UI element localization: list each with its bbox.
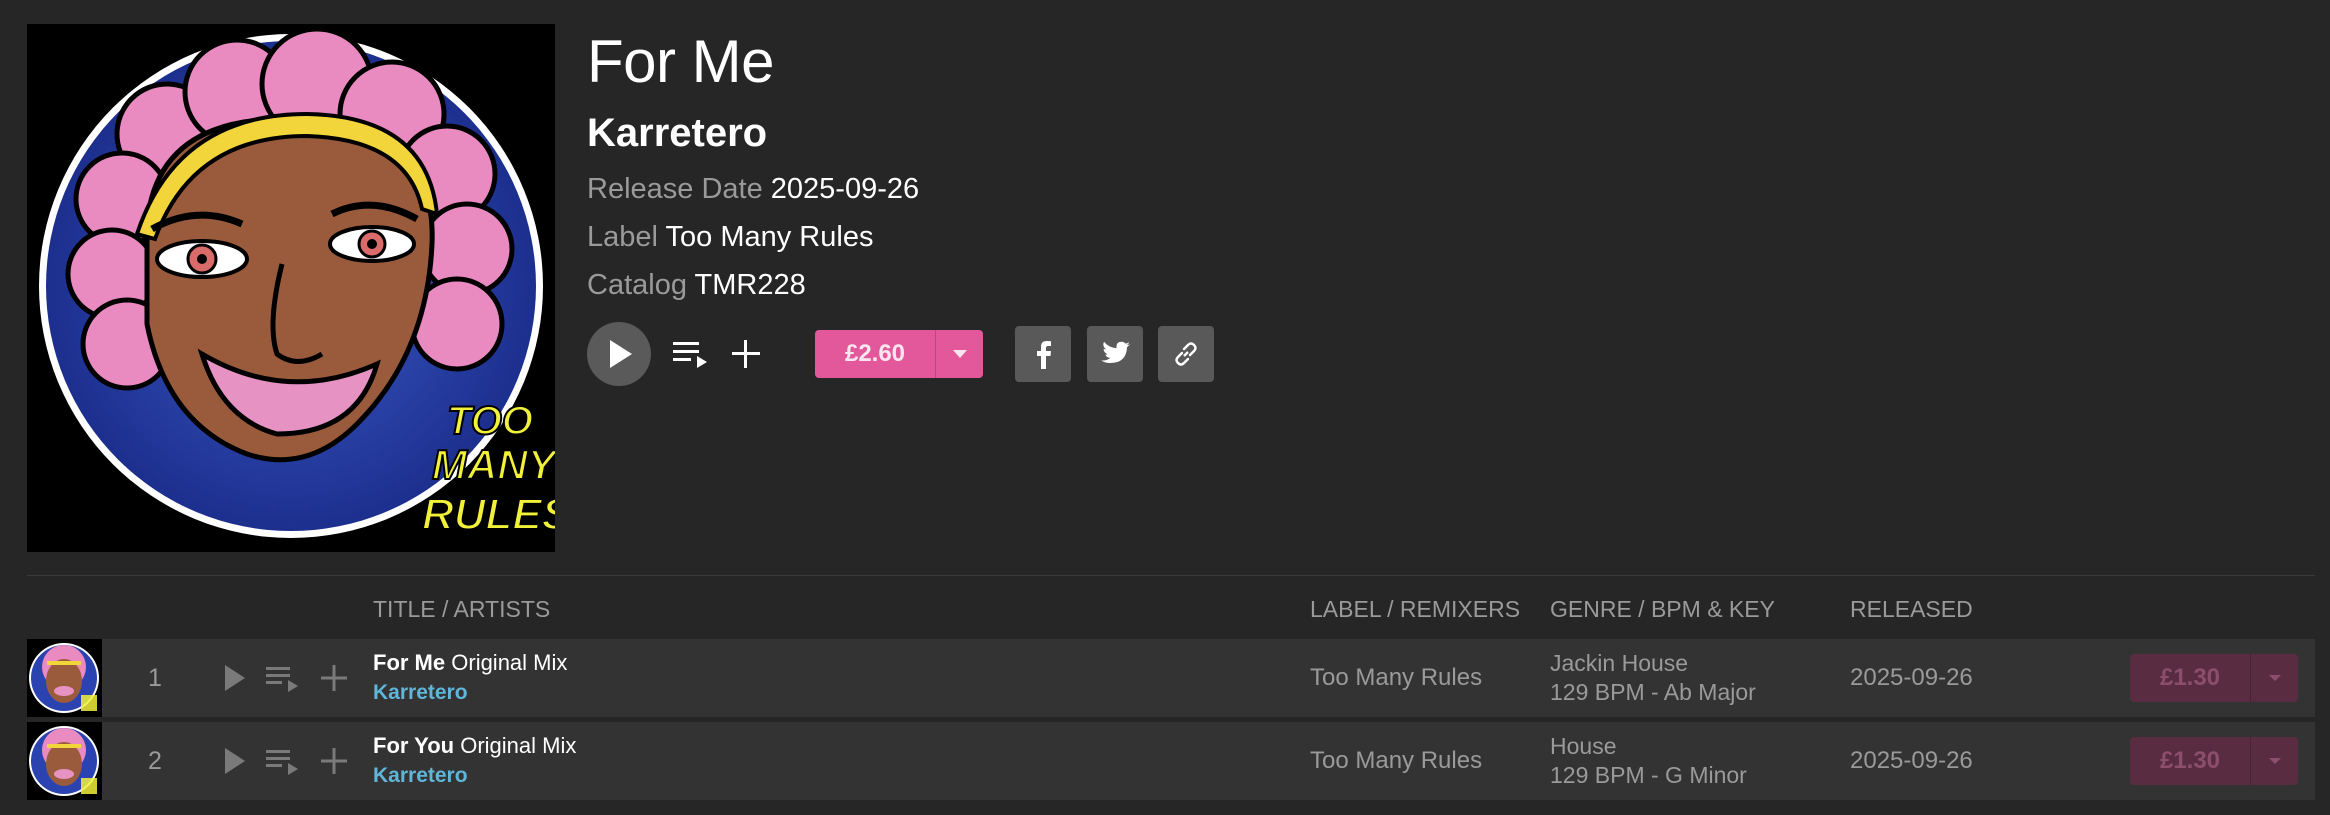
- chevron-down-icon: [2268, 675, 2281, 681]
- track-add-to-playlist-button[interactable]: [317, 744, 351, 778]
- release-price-dropdown[interactable]: [935, 330, 983, 378]
- catalog-value: TMR228: [694, 269, 806, 301]
- chevron-down-icon: [952, 350, 967, 358]
- release-date-label: Release Date: [587, 173, 763, 205]
- label-value[interactable]: Too Many Rules: [666, 221, 874, 253]
- track-number: 1: [148, 664, 162, 692]
- column-header-title: TITLE / ARTISTS: [373, 596, 551, 622]
- twitter-icon: [1101, 341, 1130, 363]
- column-header-genre: GENRE / BPM & KEY: [1550, 596, 1775, 622]
- add-to-playlist-button[interactable]: [726, 334, 766, 374]
- play-icon: [225, 665, 245, 691]
- track-mix[interactable]: Original Mix: [451, 650, 567, 675]
- chevron-down-icon: [2268, 758, 2281, 764]
- track-play-button[interactable]: [217, 661, 251, 695]
- play-icon: [225, 748, 245, 774]
- track-artist-link[interactable]: Karretero: [373, 764, 468, 788]
- track-add-to-queue-button[interactable]: [264, 661, 302, 695]
- release-artwork: TOO MANY RULES: [27, 24, 555, 552]
- track-add-to-queue-button[interactable]: [264, 744, 302, 778]
- track-artist-link[interactable]: Karretero: [373, 681, 468, 705]
- copy-link-button[interactable]: [1158, 326, 1214, 382]
- track-genre[interactable]: House: [1550, 732, 1616, 761]
- catalog-label: Catalog: [587, 269, 687, 301]
- track-release-date: 2025-09-26: [1850, 747, 1973, 774]
- facebook-icon: [1037, 341, 1051, 369]
- track-name[interactable]: For You: [373, 733, 454, 758]
- add-to-queue-icon: [266, 750, 298, 775]
- add-to-queue-button[interactable]: [671, 334, 711, 374]
- artwork-text-rules: RULES: [422, 490, 555, 539]
- release-date-row: Release Date 2025-09-26: [587, 169, 919, 209]
- release-title: For Me: [587, 28, 775, 95]
- label-row: Label Too Many Rules: [587, 217, 873, 257]
- buy-release-button[interactable]: £2.60: [815, 330, 983, 378]
- track-mix[interactable]: Original Mix: [460, 733, 576, 758]
- track-buy-button[interactable]: £1.30: [2130, 737, 2298, 785]
- add-to-queue-icon: [673, 342, 707, 368]
- track-price-dropdown[interactable]: [2250, 654, 2298, 702]
- play-release-button[interactable]: [587, 322, 651, 386]
- column-header-label: LABEL / REMIXERS: [1310, 596, 1521, 622]
- track-label-link[interactable]: Too Many Rules: [1310, 747, 1482, 775]
- plus-icon: [321, 748, 347, 774]
- track-price-dropdown[interactable]: [2250, 737, 2298, 785]
- share-twitter-button[interactable]: [1087, 326, 1143, 382]
- play-icon: [610, 340, 632, 368]
- track-title[interactable]: For Me Original Mix: [373, 649, 567, 677]
- track-price[interactable]: £1.30: [2130, 737, 2250, 785]
- track-add-to-playlist-button[interactable]: [317, 661, 351, 695]
- track-play-button[interactable]: [217, 744, 251, 778]
- track-number: 2: [148, 747, 162, 775]
- track-name[interactable]: For Me: [373, 650, 445, 675]
- release-price[interactable]: £2.60: [815, 330, 935, 378]
- plus-icon: [732, 340, 760, 368]
- track-release-date: 2025-09-26: [1850, 664, 1973, 691]
- section-divider: [27, 575, 2315, 576]
- column-header-released: RELEASED: [1850, 596, 1973, 622]
- label-label: Label: [587, 221, 658, 253]
- release-date-value: 2025-09-26: [770, 173, 920, 205]
- track-buy-button[interactable]: £1.30: [2130, 654, 2298, 702]
- track-artwork[interactable]: [27, 722, 102, 800]
- track-price[interactable]: £1.30: [2130, 654, 2250, 702]
- track-bpm-key: 129 BPM - Ab Major: [1550, 679, 1756, 705]
- add-to-queue-icon: [266, 667, 298, 692]
- link-icon: [1175, 342, 1197, 366]
- track-label-link[interactable]: Too Many Rules: [1310, 664, 1482, 692]
- share-facebook-button[interactable]: [1015, 326, 1071, 382]
- plus-icon: [321, 665, 347, 691]
- track-artwork[interactable]: [27, 639, 102, 717]
- track-title[interactable]: For You Original Mix: [373, 732, 576, 760]
- track-bpm-key: 129 BPM - G Minor: [1550, 762, 1747, 788]
- artwork-text-many: MANY: [432, 441, 555, 488]
- table-row: 2 For You Original Mix Karretero Too Man…: [27, 722, 2315, 800]
- table-row: 1 For Me Original Mix Karretero Too Many…: [27, 639, 2315, 717]
- track-genre[interactable]: Jackin House: [1550, 649, 1688, 678]
- catalog-row: Catalog TMR228: [587, 265, 806, 305]
- artwork-text-too: TOO: [447, 399, 533, 443]
- release-artist[interactable]: Karretero: [587, 105, 767, 161]
